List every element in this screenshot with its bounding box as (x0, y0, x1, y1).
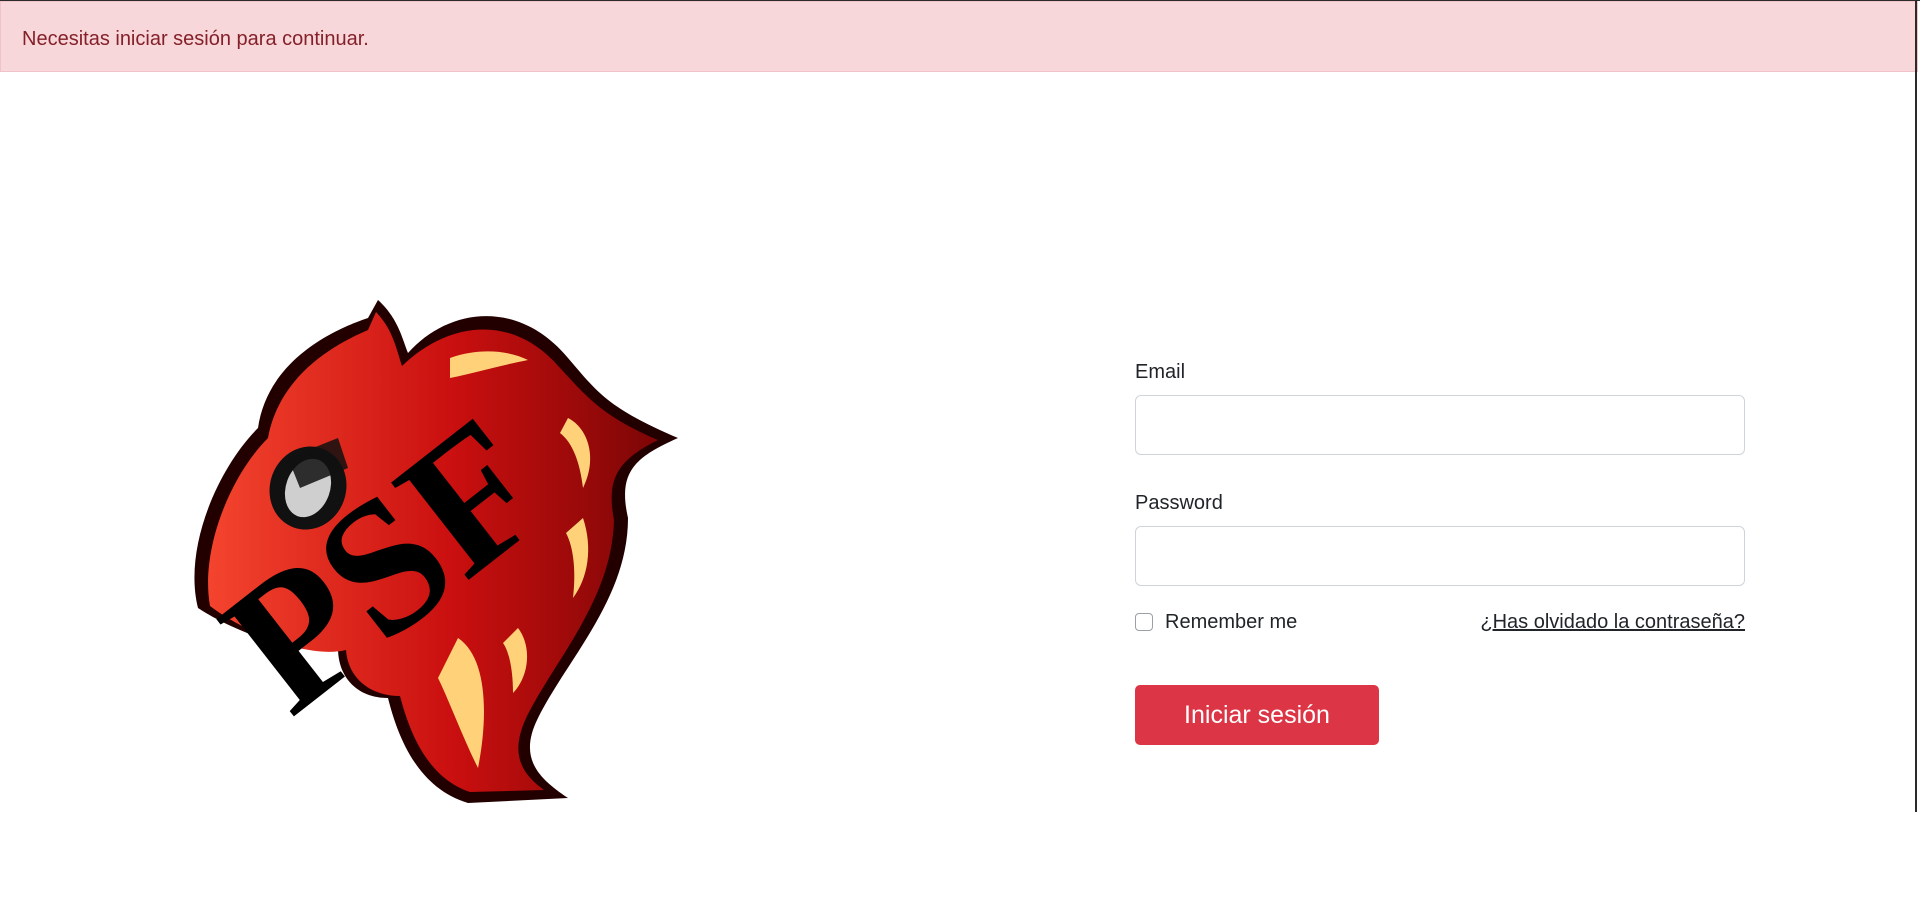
form-options-row: Remember me ¿Has olvidado la contraseña? (1135, 607, 1745, 637)
scrollbar-edge (1915, 0, 1917, 812)
login-button[interactable]: Iniciar sesión (1135, 685, 1379, 745)
alert-message: Necesitas iniciar sesión para continuar. (22, 28, 369, 50)
login-required-alert: Necesitas iniciar sesión para continuar. (0, 1, 1918, 72)
phoenix-logo: PSF (188, 298, 678, 803)
password-label: Password (1135, 492, 1223, 514)
email-label: Email (1135, 361, 1186, 383)
phoenix-logo-icon: PSF (188, 300, 678, 803)
login-form: Email Password Remember me ¿Has olvidado… (1135, 358, 1745, 745)
password-input[interactable] (1135, 526, 1745, 586)
remember-me-label[interactable]: Remember me (1165, 607, 1297, 637)
remember-me-checkbox[interactable] (1135, 613, 1153, 631)
remember-me[interactable]: Remember me (1135, 607, 1297, 637)
email-group: Email (1135, 358, 1745, 455)
password-group: Password (1135, 489, 1745, 586)
forgot-password-link[interactable]: ¿Has olvidado la contraseña? (1480, 607, 1745, 637)
email-input[interactable] (1135, 395, 1745, 455)
